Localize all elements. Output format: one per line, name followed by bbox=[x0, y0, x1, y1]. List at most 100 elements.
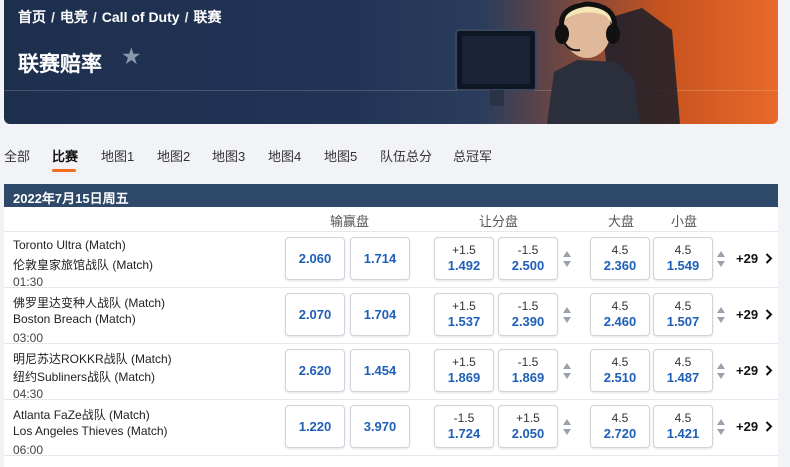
odds-value: 2.360 bbox=[603, 258, 637, 273]
odds-button-handicap-away[interactable]: -1.5 2.500 bbox=[498, 237, 558, 280]
odds-value: 1.549 bbox=[666, 258, 700, 273]
line-adjust-icon[interactable] bbox=[562, 417, 572, 437]
odds-button-over[interactable]: 4.5 2.720 bbox=[590, 405, 650, 448]
team-away[interactable]: Los Angeles Thieves (Match) bbox=[13, 424, 168, 438]
odds-button-handicap-home[interactable]: +1.5 1.869 bbox=[434, 349, 494, 392]
tab-map1[interactable]: 地图1 bbox=[101, 146, 134, 165]
divider bbox=[4, 455, 778, 456]
esports-player-illustration bbox=[455, 1, 680, 124]
line-adjust-icon[interactable] bbox=[716, 361, 726, 381]
odds-button-handicap-away[interactable]: +1.5 2.050 bbox=[498, 405, 558, 448]
odds-button-under[interactable]: 4.5 1.421 bbox=[653, 405, 713, 448]
odds-value: 1.724 bbox=[447, 426, 481, 441]
line-adjust-icon[interactable] bbox=[562, 249, 572, 269]
more-markets-count: +29 bbox=[736, 363, 759, 378]
breadcrumb-game[interactable]: Call of Duty bbox=[102, 9, 180, 25]
breadcrumb-home[interactable]: 首页 bbox=[18, 7, 46, 27]
odds-value: 2.050 bbox=[511, 426, 545, 441]
odds-button-handicap-away[interactable]: -1.5 1.869 bbox=[498, 349, 558, 392]
hero-banner: 首页 / 电竞 / Call of Duty / 联赛 联赛赔率 ★ bbox=[4, 0, 778, 124]
tab-outright[interactable]: 总冠军 bbox=[453, 146, 492, 165]
line-adjust-icon[interactable] bbox=[562, 305, 572, 325]
odds-value: 2.500 bbox=[511, 258, 545, 273]
team-home[interactable]: Toronto Ultra (Match) bbox=[13, 238, 126, 252]
line-adjust-icon[interactable] bbox=[562, 361, 572, 381]
odds-button-moneyline-home[interactable]: 2.070 bbox=[285, 293, 345, 336]
odds-value: 1.492 bbox=[447, 258, 481, 273]
handicap-line: +1.5 bbox=[452, 243, 476, 257]
odds-button-handicap-home[interactable]: +1.5 1.492 bbox=[434, 237, 494, 280]
odds-button-moneyline-away[interactable]: 1.454 bbox=[350, 349, 410, 392]
odds-button-under[interactable]: 4.5 1.549 bbox=[653, 237, 713, 280]
breadcrumb-esports[interactable]: 电竞 bbox=[60, 7, 88, 27]
column-moneyline: 输赢盘 bbox=[330, 214, 370, 229]
team-home[interactable]: 佛罗里达变种人战队 (Match) bbox=[13, 294, 165, 311]
tab-map2[interactable]: 地图2 bbox=[157, 146, 190, 165]
handicap-line: +1.5 bbox=[516, 411, 540, 425]
odds-button-over[interactable]: 4.5 2.360 bbox=[590, 237, 650, 280]
tab-all[interactable]: 全部 bbox=[4, 146, 30, 165]
date-header: 2022年7月15日周五 bbox=[4, 184, 778, 207]
odds-value: 1.487 bbox=[666, 370, 700, 385]
odds-button-over[interactable]: 4.5 2.510 bbox=[590, 349, 650, 392]
odds-button-handicap-away[interactable]: -1.5 2.390 bbox=[498, 293, 558, 336]
tab-map3[interactable]: 地图3 bbox=[212, 146, 245, 165]
handicap-line: +1.5 bbox=[452, 299, 476, 313]
odds-button-under[interactable]: 4.5 1.487 bbox=[653, 349, 713, 392]
tab-team-total[interactable]: 队伍总分 bbox=[380, 146, 432, 165]
breadcrumb-separator: / bbox=[184, 9, 189, 25]
odds-value: 1.220 bbox=[298, 419, 332, 434]
odds-button-handicap-home[interactable]: +1.5 1.537 bbox=[434, 293, 494, 336]
chevron-right-icon bbox=[765, 253, 773, 264]
more-markets-link[interactable]: +29 bbox=[736, 363, 773, 378]
odds-button-handicap-home[interactable]: -1.5 1.724 bbox=[434, 405, 494, 448]
line-adjust-icon[interactable] bbox=[716, 417, 726, 437]
handicap-line: -1.5 bbox=[517, 355, 539, 369]
team-away[interactable]: Boston Breach (Match) bbox=[13, 312, 136, 326]
odds-button-under[interactable]: 4.5 1.507 bbox=[653, 293, 713, 336]
total-line: 4.5 bbox=[674, 243, 692, 257]
more-markets-link[interactable]: +29 bbox=[736, 251, 773, 266]
odds-value: 2.060 bbox=[298, 251, 332, 266]
total-line: 4.5 bbox=[611, 411, 629, 425]
odds-button-moneyline-home[interactable]: 1.220 bbox=[285, 405, 345, 448]
odds-button-over[interactable]: 4.5 2.460 bbox=[590, 293, 650, 336]
favorite-star-icon[interactable]: ★ bbox=[121, 43, 142, 70]
team-home[interactable]: Atlanta FaZe战队 (Match) bbox=[13, 406, 150, 423]
more-markets-link[interactable]: +29 bbox=[736, 419, 773, 434]
team-away[interactable]: 伦敦皇家旅馆战队 (Match) bbox=[13, 256, 153, 273]
breadcrumb-separator: / bbox=[51, 9, 55, 25]
match-row: 明尼苏达ROKKR战队 (Match) 纽约Subliners战队 (Match… bbox=[4, 344, 778, 401]
handicap-line: -1.5 bbox=[517, 243, 539, 257]
odds-value: 1.454 bbox=[363, 363, 397, 378]
odds-value: 1.507 bbox=[666, 314, 700, 329]
page-title: 联赛赔率 bbox=[18, 53, 102, 76]
odds-value: 2.070 bbox=[298, 307, 332, 322]
odds-value: 2.460 bbox=[603, 314, 637, 329]
line-adjust-icon[interactable] bbox=[716, 249, 726, 269]
odds-value: 1.869 bbox=[447, 370, 481, 385]
team-away[interactable]: 纽约Subliners战队 (Match) bbox=[13, 368, 155, 385]
more-markets-count: +29 bbox=[736, 307, 759, 322]
odds-button-moneyline-away[interactable]: 3.970 bbox=[350, 405, 410, 448]
odds-button-moneyline-home[interactable]: 2.620 bbox=[285, 349, 345, 392]
team-home[interactable]: 明尼苏达ROKKR战队 (Match) bbox=[13, 350, 172, 367]
total-line: 4.5 bbox=[674, 411, 692, 425]
more-markets-link[interactable]: +29 bbox=[736, 307, 773, 322]
column-handicap: 让分盘 bbox=[479, 214, 519, 229]
handicap-line: -1.5 bbox=[453, 411, 475, 425]
odds-button-moneyline-home[interactable]: 2.060 bbox=[285, 237, 345, 280]
tab-match[interactable]: 比赛 bbox=[52, 146, 78, 165]
odds-button-moneyline-away[interactable]: 1.714 bbox=[350, 237, 410, 280]
line-adjust-icon[interactable] bbox=[716, 305, 726, 325]
odds-button-moneyline-away[interactable]: 1.704 bbox=[350, 293, 410, 336]
more-markets-count: +29 bbox=[736, 419, 759, 434]
match-row: Atlanta FaZe战队 (Match) Los Angeles Thiev… bbox=[4, 400, 778, 457]
column-over: 大盘 bbox=[608, 214, 635, 229]
tab-map4[interactable]: 地图4 bbox=[268, 146, 301, 165]
odds-value: 2.510 bbox=[603, 370, 637, 385]
breadcrumb-separator: / bbox=[92, 9, 97, 25]
tab-map5[interactable]: 地图5 bbox=[324, 146, 357, 165]
chevron-right-icon bbox=[765, 421, 773, 432]
breadcrumb-league[interactable]: 联赛 bbox=[193, 7, 221, 27]
